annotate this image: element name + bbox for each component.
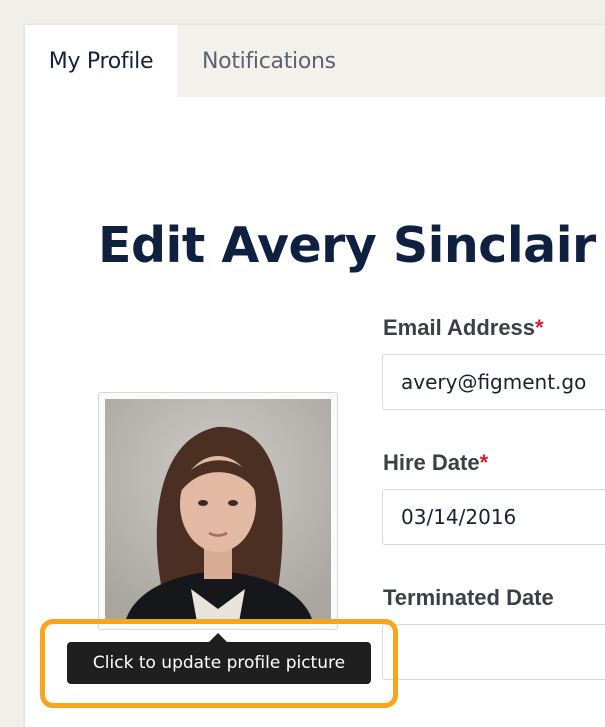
terminated-date-field[interactable] [382, 624, 605, 680]
tab-bar: My Profile Notifications [25, 25, 605, 97]
hire-date-label-text: Hire Date [383, 450, 480, 475]
required-marker: * [535, 315, 544, 340]
profile-picture-tooltip: Click to update profile picture [67, 642, 371, 684]
person-portrait-icon [105, 399, 331, 622]
required-marker: * [479, 450, 489, 475]
email-label-text: Email Address [383, 315, 536, 340]
page-title: Edit Avery Sinclair [98, 217, 596, 274]
hire-date-label: Hire Date* [383, 450, 488, 476]
tooltip-arrow [209, 633, 227, 642]
profile-photo [105, 399, 331, 622]
email-field[interactable]: avery@figment.go [382, 354, 605, 410]
email-label: Email Address* [383, 315, 544, 341]
terminated-date-label-text: Terminated Date [383, 585, 554, 610]
tab-notifications[interactable]: Notifications [202, 25, 336, 97]
tab-my-profile[interactable]: My Profile [25, 25, 177, 97]
profile-card: My Profile Notifications Edit Avery Sinc… [25, 25, 605, 727]
profile-picture-button[interactable] [98, 392, 338, 630]
hire-date-field[interactable]: 03/14/2016 [382, 489, 605, 545]
terminated-date-label: Terminated Date [383, 585, 554, 611]
